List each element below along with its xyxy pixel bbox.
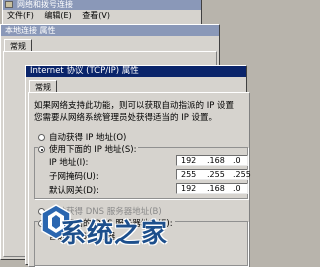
mask-octet-3[interactable]: .255 [233,170,259,180]
use-ip-radio[interactable]: 使用下面的 IP 地址(S): [38,143,139,155]
network-connections-title: 网络和拨号连接 [17,0,73,9]
subnet-mask-field[interactable]: 255.255.255 [176,169,251,180]
gateway-field[interactable]: 192.168.0 [176,183,248,194]
mask-octet-1[interactable]: 255 [181,170,207,180]
local-connection-titlebar[interactable]: 本地连接 属性 [1,25,219,36]
ip-address-label: IP 地址(I): [49,158,89,168]
menu-edit[interactable]: 编辑(E) [44,11,71,20]
menu-file[interactable]: 文件(F) [7,11,34,20]
watermark-text: 系统之家 [60,219,169,249]
description-line-2: 您需要从网络系统管理员处获得适当的 IP 设置。 [34,113,218,123]
gateway-octet-1[interactable]: 192 [181,184,207,194]
local-connection-title: 本地连接 属性 [5,26,56,35]
ip-octet-3[interactable]: .0 [233,156,259,166]
auto-ip-radio-button[interactable] [38,134,45,141]
auto-ip-label: 自动获得 IP 地址(O) [49,133,127,143]
tcpip-titlebar[interactable]: Internet 协议 (TCP/IP) 属性 [26,66,246,77]
description-line-1: 如果网络支持此功能，则可以获取自动指派的 IP 设置 [34,101,235,111]
ip-octet-2[interactable]: .168 [207,156,233,166]
use-ip-label: 使用下面的 IP 地址(S): [49,145,137,155]
gateway-octet-3[interactable]: .0 [233,184,259,194]
network-folder-icon [5,1,13,8]
menu-view[interactable]: 查看(V) [82,11,110,20]
gateway-octet-2[interactable]: .168 [207,184,233,194]
use-ip-radio-button[interactable] [38,146,45,153]
subnet-mask-label: 子网掩码(U): [49,172,99,182]
auto-ip-radio[interactable]: 自动获得 IP 地址(O) [38,131,126,143]
gateway-label: 默认网关(D): [49,186,100,196]
tcpip-title: Internet 协议 (TCP/IP) 属性 [30,66,139,76]
menu-bar: 文件(F) 编辑(E) 查看(V) [3,10,201,21]
ip-octet-1[interactable]: 192 [181,156,207,166]
mask-octet-2[interactable]: .255 [207,170,233,180]
network-connections-titlebar[interactable]: 网络和拨号连接 [3,0,201,10]
ip-address-field[interactable]: 192.168.0 [176,155,248,166]
